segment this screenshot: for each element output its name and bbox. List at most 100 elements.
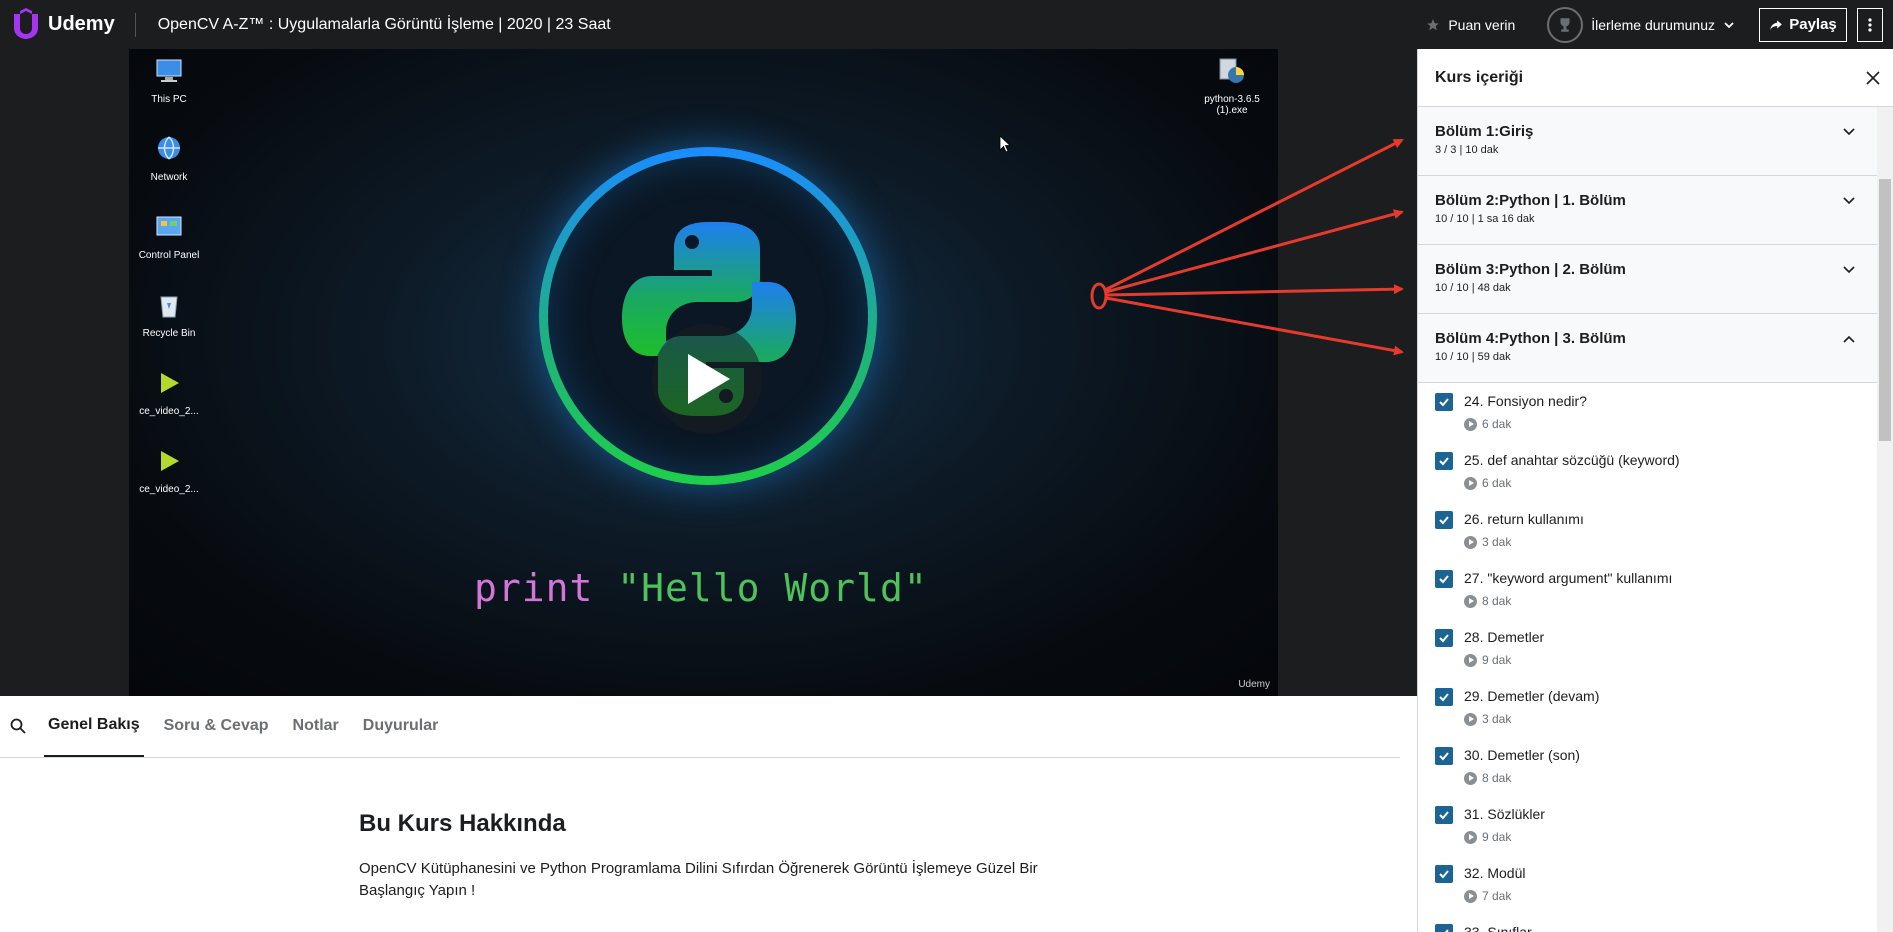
udemy-logo[interactable]: Udemy xyxy=(6,0,115,49)
desktop-icon-label: Network xyxy=(150,172,188,183)
section-meta: 10 / 10 | 59 dak xyxy=(1435,351,1511,363)
video-frame[interactable]: This PC Network Control Panel Recycle Bi… xyxy=(129,49,1278,696)
course-content-sidebar: Kurs içeriği Bölüm 1:Giriş 3 / 3 | 10 da… xyxy=(1417,49,1893,932)
lesson-title: 27. "keyword argument" kullanımı xyxy=(1464,570,1673,586)
udemy-u-icon xyxy=(14,7,38,39)
lesson-duration: 3 dak xyxy=(1464,535,1511,549)
lesson-item[interactable]: 31. Sözlükler 9 dak xyxy=(1418,796,1878,855)
lesson-checkbox[interactable] xyxy=(1435,452,1453,470)
lesson-duration-text: 7 dak xyxy=(1482,889,1512,903)
tab-notes[interactable]: Notlar xyxy=(289,695,343,757)
computer-icon xyxy=(156,59,182,82)
lesson-item[interactable]: 28. Demetler 9 dak xyxy=(1418,619,1878,678)
tab-announcements[interactable]: Duyurular xyxy=(359,695,443,757)
rate-label: Puan verin xyxy=(1448,16,1516,33)
lesson-title: 30. Demetler (son) xyxy=(1464,747,1580,763)
lesson-checkbox[interactable] xyxy=(1435,393,1453,411)
desktop-icon-control-panel: Control Panel xyxy=(129,211,209,261)
play-icon xyxy=(688,354,730,404)
code-string: "Hello World" xyxy=(617,566,928,610)
lesson-item[interactable]: 30. Demetler (son) 8 dak xyxy=(1418,737,1878,796)
lesson-title: 28. Demetler xyxy=(1464,629,1545,645)
share-label: Paylaş xyxy=(1789,16,1837,33)
share-arrow-icon xyxy=(1770,19,1783,30)
check-icon xyxy=(1439,752,1449,761)
section-2[interactable]: Bölüm 2:Python | 1. Bölüm 10 / 10 | 1 sa… xyxy=(1418,176,1878,245)
lesson-item[interactable]: 27. "keyword argument" kullanımı 8 dak xyxy=(1418,560,1878,619)
lesson-checkbox[interactable] xyxy=(1435,747,1453,765)
desktop-icon-video-1: ce_video_2... xyxy=(129,367,209,417)
lesson-item[interactable]: 29. Demetler (devam) 3 dak xyxy=(1418,678,1878,737)
section-title: Bölüm 4:Python | 3. Bölüm xyxy=(1435,330,1626,347)
video-file-icon xyxy=(161,451,179,471)
lesson-checkbox[interactable] xyxy=(1435,806,1453,824)
lesson-duration: 8 dak xyxy=(1464,594,1511,608)
section-meta: 10 / 10 | 1 sa 16 dak xyxy=(1435,213,1535,225)
play-circle-icon xyxy=(1464,476,1477,490)
section-3[interactable]: Bölüm 3:Python | 2. Bölüm 10 / 10 | 48 d… xyxy=(1418,245,1878,314)
desktop-icon-label: This PC xyxy=(151,94,187,105)
control-panel-icon xyxy=(156,216,182,236)
lesson-checkbox[interactable] xyxy=(1435,511,1453,529)
close-icon[interactable] xyxy=(1865,70,1881,86)
recycle-bin-icon xyxy=(160,296,178,318)
lesson-title: 29. Demetler (devam) xyxy=(1464,688,1600,704)
video-player-area: This PC Network Control Panel Recycle Bi… xyxy=(0,49,1417,696)
lesson-title: 26. return kullanımı xyxy=(1464,511,1584,527)
lesson-item[interactable]: 24. Fonsiyon nedir? 6 dak xyxy=(1418,383,1878,442)
scrollbar-track[interactable] xyxy=(1877,107,1893,932)
course-title[interactable]: OpenCV A-Z™ : Uygulamalarla Görüntü İşle… xyxy=(158,16,611,34)
chevron-down-icon xyxy=(1724,21,1734,28)
lesson-item[interactable]: 25. def anahtar sözcüğü (keyword) 6 dak xyxy=(1418,442,1878,501)
rate-button[interactable]: Puan verin xyxy=(1426,17,1515,33)
desktop-icon-label: python-3.6.5 (1).exe xyxy=(1204,94,1260,116)
check-icon xyxy=(1439,457,1449,466)
more-options-button[interactable] xyxy=(1857,7,1883,42)
lesson-duration-text: 6 dak xyxy=(1482,417,1512,431)
play-circle-icon xyxy=(1464,771,1477,785)
udemy-watermark: Udemy xyxy=(1238,679,1270,690)
lesson-item[interactable]: 26. return kullanımı 3 dak xyxy=(1418,501,1878,560)
lesson-duration-text: 3 dak xyxy=(1482,712,1512,726)
lesson-duration: 9 dak xyxy=(1464,653,1511,667)
lesson-duration: 9 dak xyxy=(1464,830,1511,844)
play-circle-icon xyxy=(1464,535,1477,549)
desktop-icon-python-installer: python-3.6.5 (1).exe xyxy=(1197,55,1267,116)
tab-overview[interactable]: Genel Bakış xyxy=(44,695,144,757)
lesson-item[interactable]: 32. Modül 7 dak xyxy=(1418,855,1878,914)
lesson-checkbox[interactable] xyxy=(1435,865,1453,883)
lesson-title: 33. Sınıflar xyxy=(1464,924,1532,932)
section-meta: 3 / 3 | 10 dak xyxy=(1435,144,1499,156)
chevron-down-icon xyxy=(1843,266,1855,274)
section-1[interactable]: Bölüm 1:Giriş 3 / 3 | 10 dak xyxy=(1418,107,1878,176)
lesson-checkbox[interactable] xyxy=(1435,629,1453,647)
check-icon xyxy=(1439,398,1449,407)
progress-dropdown[interactable]: İlerleme durumunuz xyxy=(1547,6,1735,43)
play-circle-icon xyxy=(1464,830,1477,844)
video-file-icon xyxy=(161,373,179,393)
desktop-icon-network: Network xyxy=(129,133,209,183)
lesson-duration: 3 dak xyxy=(1464,712,1511,726)
sidebar-title: Kurs içeriği xyxy=(1435,68,1524,86)
play-button[interactable] xyxy=(652,324,762,434)
lesson-checkbox[interactable] xyxy=(1435,688,1453,706)
python-installer-icon xyxy=(1219,58,1244,83)
play-circle-icon xyxy=(1464,594,1477,608)
scrollbar-thumb[interactable] xyxy=(1879,179,1891,441)
mouse-cursor-icon xyxy=(999,135,1011,153)
star-icon xyxy=(1427,18,1440,30)
lesson-title: 24. Fonsiyon nedir? xyxy=(1464,393,1587,409)
chevron-up-icon xyxy=(1843,335,1855,343)
code-keyword: print xyxy=(474,566,594,610)
tab-qa[interactable]: Soru & Cevap xyxy=(160,695,273,757)
section-4[interactable]: Bölüm 4:Python | 3. Bölüm 10 / 10 | 59 d… xyxy=(1418,314,1878,383)
lesson-checkbox[interactable] xyxy=(1435,570,1453,588)
divider xyxy=(134,12,136,37)
search-button[interactable] xyxy=(0,695,36,757)
lesson-checkbox[interactable] xyxy=(1435,924,1453,932)
lesson-title: 25. def anahtar sözcüğü (keyword) xyxy=(1464,452,1680,468)
chevron-down-icon xyxy=(1843,197,1855,205)
lesson-item[interactable]: 33. Sınıflar xyxy=(1418,914,1878,932)
progress-label: İlerleme durumunuz xyxy=(1591,16,1715,33)
share-button[interactable]: Paylaş xyxy=(1759,7,1847,42)
